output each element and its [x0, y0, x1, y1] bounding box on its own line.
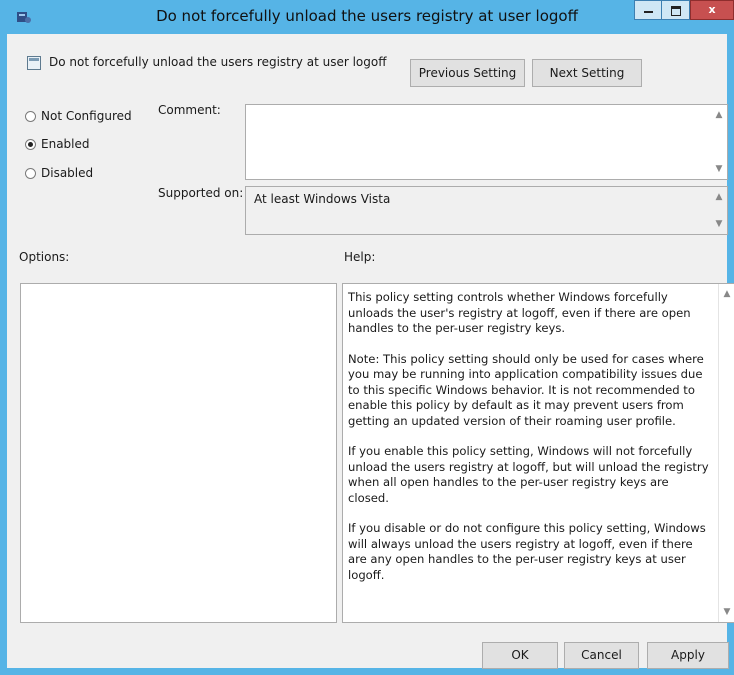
options-panel: [20, 283, 337, 623]
scroll-down-icon[interactable]: ▼: [711, 161, 727, 177]
setting-name: Do not forcefully unload the users regis…: [49, 55, 387, 69]
ok-button[interactable]: OK: [482, 642, 558, 669]
policy-dialog: Do not forcefully unload the users regis…: [0, 0, 734, 675]
radio-enabled[interactable]: Enabled: [25, 135, 90, 153]
comment-label: Comment:: [158, 103, 221, 117]
radio-button[interactable]: [25, 167, 36, 179]
help-paragraph: Note: This policy setting should only be…: [348, 351, 704, 428]
supported-on-value: At least Windows Vista: [254, 192, 391, 206]
cancel-button[interactable]: Cancel: [564, 642, 639, 669]
maximize-button[interactable]: [662, 0, 690, 20]
options-label: Options:: [19, 250, 70, 264]
dialog-body: Do not forcefully unload the users regis…: [7, 34, 734, 669]
radio-disabled[interactable]: Disabled: [25, 164, 93, 182]
help-paragraph: This policy setting controls whether Win…: [348, 290, 691, 335]
scroll-up-icon[interactable]: ▲: [711, 107, 727, 123]
help-label: Help:: [344, 250, 376, 264]
supported-on-field: At least Windows Vista ▲ ▼: [245, 186, 728, 235]
window-title: Do not forcefully unload the users regis…: [156, 7, 578, 25]
apply-button[interactable]: Apply: [647, 642, 729, 669]
close-button[interactable]: x: [690, 0, 734, 20]
help-paragraph: If you enable this policy setting, Windo…: [348, 444, 709, 505]
help-paragraph: If you disable or do not configure this …: [348, 521, 706, 582]
help-scrollbar[interactable]: ▲ ▼: [718, 284, 734, 622]
radio-label: Enabled: [41, 137, 90, 151]
comment-scrollbar[interactable]: ▲ ▼: [711, 105, 727, 179]
radio-button-selected[interactable]: [25, 138, 36, 150]
scroll-down-icon[interactable]: ▼: [719, 604, 734, 620]
radio-not-configured[interactable]: Not Configured: [25, 107, 132, 125]
help-text: This policy setting controls whether Win…: [348, 290, 710, 598]
next-setting-button[interactable]: Next Setting: [532, 59, 642, 87]
comment-textarea[interactable]: ▲ ▼: [245, 104, 728, 180]
radio-label: Disabled: [41, 166, 94, 180]
scroll-thumb[interactable]: [721, 302, 733, 602]
title-bar[interactable]: Do not forcefully unload the users regis…: [0, 0, 734, 34]
scroll-up-icon[interactable]: ▲: [719, 286, 734, 302]
supported-scrollbar[interactable]: ▲ ▼: [711, 187, 727, 234]
close-icon: x: [708, 3, 716, 16]
supported-on-label: Supported on:: [158, 186, 244, 200]
help-panel[interactable]: This policy setting controls whether Win…: [342, 283, 734, 623]
scroll-down-icon[interactable]: ▼: [711, 216, 727, 232]
radio-button[interactable]: [25, 110, 36, 122]
minimize-button[interactable]: [634, 0, 662, 20]
policy-setting-icon: [27, 56, 41, 70]
radio-label: Not Configured: [41, 109, 132, 123]
scroll-up-icon[interactable]: ▲: [711, 189, 727, 205]
maximize-icon: [671, 6, 681, 16]
previous-setting-button[interactable]: Previous Setting: [410, 59, 525, 87]
minimize-icon: [644, 11, 653, 13]
